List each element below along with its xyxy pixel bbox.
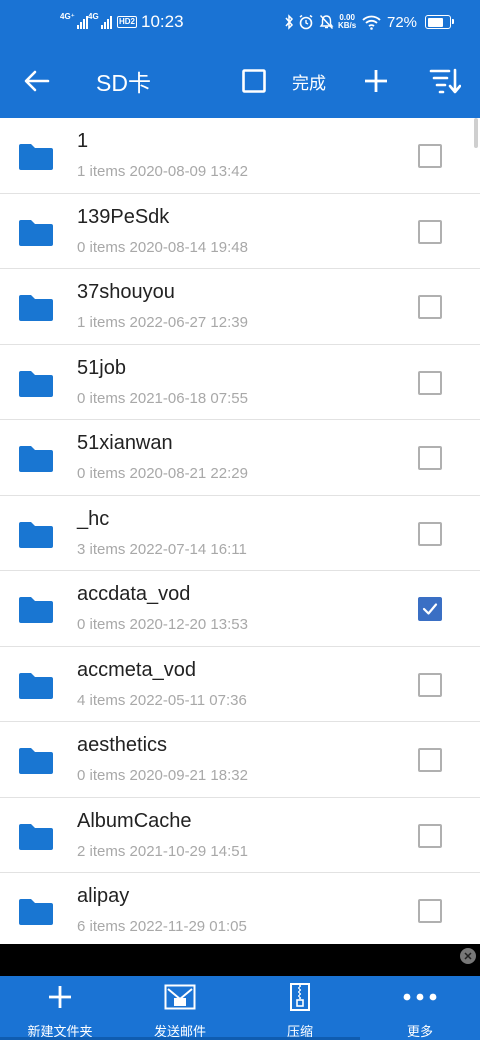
mute-icon xyxy=(319,0,334,44)
file-name: AlbumCache xyxy=(77,809,192,832)
file-meta: 1 items 2020-08-09 13:42 xyxy=(77,163,248,180)
file-row[interactable]: accmeta_vod 4 items 2022-05-11 07:36 xyxy=(0,647,480,722)
select-checkbox[interactable] xyxy=(418,521,442,546)
file-row[interactable]: alipay 6 items 2022-11-29 01:05 xyxy=(0,873,480,944)
hd-badge: HD2 xyxy=(117,16,138,28)
select-checkbox[interactable] xyxy=(418,672,442,697)
bottom-toolbar: 新建文件夹 发送邮件 压缩 更多 xyxy=(0,976,480,1040)
file-name: 37shouyou xyxy=(77,281,175,303)
file-row[interactable]: _hc 3 items 2022-07-14 16:11 xyxy=(0,496,480,571)
add-button[interactable] xyxy=(356,44,396,118)
file-meta: 0 items 2020-12-20 13:53 xyxy=(77,616,248,633)
folder-icon xyxy=(19,219,53,246)
select-checkbox[interactable] xyxy=(418,370,442,395)
alarm-icon xyxy=(298,0,314,44)
file-name: accmeta_vod xyxy=(77,658,196,681)
file-row[interactable]: 1 1 items 2020-08-09 13:42 xyxy=(0,118,480,194)
file-meta: 2 items 2021-10-29 14:51 xyxy=(77,842,248,860)
more-button[interactable]: 更多 xyxy=(360,976,480,1040)
select-checkbox[interactable] xyxy=(418,748,442,772)
done-button[interactable]: 完成 xyxy=(284,44,334,118)
send-email-button[interactable]: 发送邮件 xyxy=(120,976,240,1040)
ad-close-button[interactable] xyxy=(460,948,476,964)
file-row[interactable]: accdata_vod 0 items 2020-12-20 13:53 xyxy=(0,571,480,647)
file-list[interactable]: 1 1 items 2020-08-09 13:42 139PeSdk 0 it… xyxy=(0,118,480,944)
folder-icon xyxy=(19,823,53,850)
file-meta: 0 items 2020-08-21 22:29 xyxy=(77,465,248,482)
sim2-label: 4G xyxy=(88,12,99,21)
file-row[interactable]: 37shouyou 1 items 2022-06-27 12:39 xyxy=(0,269,480,345)
sort-icon xyxy=(429,68,461,94)
file-row[interactable]: aesthetics 0 items 2020-09-21 18:32 xyxy=(0,722,480,798)
folder-icon xyxy=(19,748,53,774)
select-checkbox[interactable] xyxy=(418,823,442,848)
zip-icon xyxy=(240,982,360,1012)
select-all-icon xyxy=(242,69,266,93)
select-checkbox[interactable] xyxy=(418,446,442,470)
select-checkbox[interactable] xyxy=(418,899,442,923)
page-title: SD卡 xyxy=(96,70,151,96)
file-name: accdata_vod xyxy=(77,583,191,605)
sort-button[interactable] xyxy=(424,44,466,118)
more-icon xyxy=(360,982,480,1012)
bluetooth-icon xyxy=(284,0,294,44)
close-icon xyxy=(464,952,472,960)
new-folder-button[interactable]: 新建文件夹 xyxy=(0,976,120,1040)
signal-icon xyxy=(100,15,112,29)
file-meta: 0 items 2020-08-14 19:48 xyxy=(77,238,248,256)
folder-icon xyxy=(19,597,53,623)
file-name: aesthetics xyxy=(77,734,168,756)
folder-icon xyxy=(19,521,53,548)
compress-button[interactable]: 压缩 xyxy=(240,976,360,1040)
add-icon xyxy=(365,70,387,92)
select-checkbox[interactable] xyxy=(418,597,442,621)
folder-icon xyxy=(19,295,53,321)
sim1-signal: 4G⁺ xyxy=(60,0,88,44)
select-checkbox[interactable] xyxy=(418,219,442,244)
clock: 10:23 xyxy=(141,12,184,31)
file-name: 139PeSdk xyxy=(77,205,170,228)
file-row[interactable]: 51job 0 items 2021-06-18 07:55 xyxy=(0,345,480,420)
checkmark-icon xyxy=(422,603,438,615)
mail-icon xyxy=(120,982,240,1012)
file-row[interactable]: 139PeSdk 0 items 2020-08-14 19:48 xyxy=(0,194,480,269)
file-meta: 4 items 2022-05-11 07:36 xyxy=(77,691,247,709)
back-button[interactable] xyxy=(14,44,60,118)
folder-icon xyxy=(19,144,53,170)
folder-icon xyxy=(19,370,53,397)
folder-icon xyxy=(19,446,53,472)
ad-banner xyxy=(0,944,480,976)
folder-icon xyxy=(19,672,53,699)
file-name: 51job xyxy=(77,356,126,379)
select-checkbox[interactable] xyxy=(418,144,442,168)
file-meta: 1 items 2022-06-27 12:39 xyxy=(77,314,248,331)
file-name: _hc xyxy=(77,507,110,530)
app-bar: SD卡 完成 xyxy=(0,44,480,118)
battery-fill xyxy=(427,17,443,27)
battery-icon xyxy=(419,0,454,44)
select-all-button[interactable] xyxy=(234,44,274,118)
file-name: 51xianwan xyxy=(77,432,173,454)
file-meta: 3 items 2022-07-14 16:11 xyxy=(77,540,247,558)
sim2-signal: 4G xyxy=(88,0,112,44)
more-label: 更多 xyxy=(406,1025,433,1040)
file-meta: 0 items 2021-06-18 07:55 xyxy=(77,389,248,407)
file-row[interactable]: 51xianwan 0 items 2020-08-21 22:29 xyxy=(0,420,480,496)
back-arrow-icon xyxy=(24,70,50,92)
folder-icon xyxy=(19,899,53,925)
file-meta: 0 items 2020-09-21 18:32 xyxy=(77,767,248,784)
select-checkbox[interactable] xyxy=(418,295,442,319)
plus-icon xyxy=(0,982,120,1012)
wifi-icon xyxy=(362,0,381,44)
file-name: 1 xyxy=(77,130,89,152)
battery-percent: 72% xyxy=(387,13,418,31)
scrollbar[interactable] xyxy=(474,118,478,148)
network-speed: 0.00 KB/s xyxy=(338,13,357,30)
file-row[interactable]: AlbumCache 2 items 2021-10-29 14:51 xyxy=(0,798,480,873)
status-bar: 4G⁺ 4G HD2 10:23 0.00 KB/s 72% xyxy=(0,0,480,44)
file-name: alipay xyxy=(77,885,130,907)
sim1-label: 4G⁺ xyxy=(60,12,75,21)
signal-icon xyxy=(76,15,88,29)
file-meta: 6 items 2022-11-29 01:05 xyxy=(77,918,247,935)
